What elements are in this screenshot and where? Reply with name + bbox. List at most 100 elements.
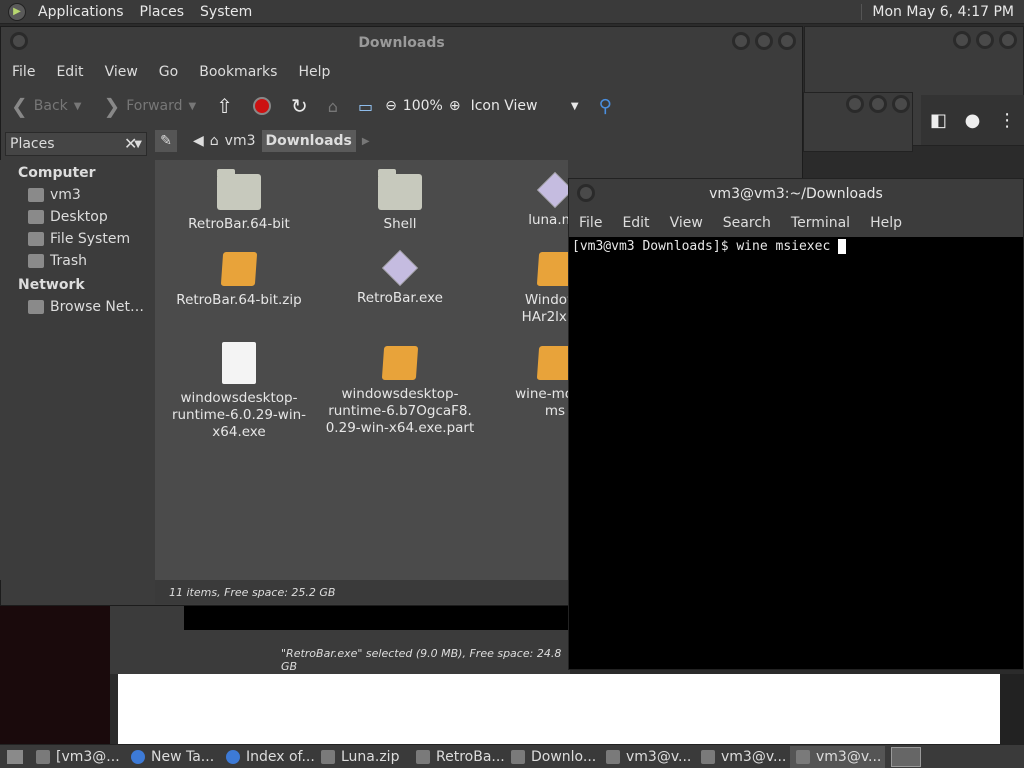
taskbar-item[interactable]: RetroBa... bbox=[410, 746, 505, 768]
search-icon[interactable]: ⚲ bbox=[599, 96, 612, 117]
archive-icon bbox=[536, 346, 568, 380]
chevron-left-icon[interactable]: ◀ bbox=[193, 133, 204, 149]
forward-button[interactable]: ❯ Forward ▼ bbox=[103, 94, 196, 118]
menu-help[interactable]: Help bbox=[287, 64, 340, 80]
stop-icon[interactable] bbox=[253, 97, 272, 115]
sidebar-item-file-system[interactable]: File System bbox=[0, 228, 153, 250]
toolbar: ❮ Back ▼ ❯ Forward ▼ ⇧ ↻ ⌂ ▭ ⊖ 100% ⊕ Icon V… bbox=[1, 85, 802, 127]
breadcrumb-downloads[interactable]: Downloads bbox=[261, 130, 356, 152]
network-icon bbox=[28, 300, 44, 314]
drive-icon bbox=[28, 232, 44, 246]
scrollbar[interactable] bbox=[1000, 674, 1024, 744]
terminal-window: vm3@vm3:~/Downloads File Edit View Searc… bbox=[568, 178, 1024, 670]
applications-menu[interactable]: Applications bbox=[30, 4, 132, 20]
icon-view: RetroBar.64-bit Shell luna.ms RetroBar.6… bbox=[155, 160, 568, 580]
clock[interactable]: Mon May 6, 4:17 PM bbox=[861, 3, 1024, 20]
sidebar-item-trash[interactable]: Trash bbox=[0, 250, 153, 272]
reload-icon[interactable]: ↻ bbox=[291, 94, 308, 118]
folder-icon bbox=[217, 169, 261, 210]
file-item[interactable]: RetroBar.exe bbox=[325, 249, 475, 307]
menu-file[interactable]: File bbox=[1, 64, 45, 80]
file-item[interactable]: windowsdesktop- runtime-6.b7OgcaF8. 0.29… bbox=[325, 346, 475, 437]
system-menu[interactable]: System bbox=[192, 4, 260, 20]
taskbar-item[interactable]: vm3@v... bbox=[790, 745, 885, 768]
browser-page-area bbox=[118, 674, 1000, 744]
places-menu[interactable]: Places bbox=[132, 4, 193, 20]
taskbar-item[interactable]: [vm3@... bbox=[30, 746, 125, 768]
status-bar: 11 items, Free space: 25.2 GB bbox=[155, 580, 568, 604]
user-icon[interactable]: ● bbox=[965, 110, 981, 131]
chevron-right-icon[interactable]: ▶ bbox=[362, 136, 370, 147]
terminal-menu-edit[interactable]: Edit bbox=[612, 215, 659, 231]
taskbar-item[interactable]: Downlo... bbox=[505, 746, 600, 768]
top-panel: ▶ Applications Places System Mon May 6, … bbox=[0, 0, 1024, 24]
sidebar-item-vm3[interactable]: vm3 bbox=[0, 184, 153, 206]
sidebar-heading-network: Network bbox=[18, 277, 85, 293]
taskbar-item[interactable]: vm3@v... bbox=[695, 746, 790, 768]
maximize-icon[interactable] bbox=[976, 31, 994, 49]
back-arrow-icon: ❮ bbox=[11, 94, 28, 118]
executable-icon bbox=[536, 171, 568, 209]
close-sidebar-icon[interactable]: ✕ bbox=[124, 134, 137, 153]
file-item[interactable]: luna.ms bbox=[480, 171, 568, 229]
terminal-menu-file[interactable]: File bbox=[569, 215, 612, 231]
minimize-icon[interactable] bbox=[953, 31, 971, 49]
distro-logo-icon[interactable]: ▶ bbox=[8, 2, 26, 21]
taskbar-item[interactable]: Index of... bbox=[220, 746, 315, 768]
background-window-2 bbox=[803, 92, 913, 152]
folder-icon bbox=[511, 749, 525, 764]
file-item[interactable]: RetroBar.64-bit.zip bbox=[164, 252, 314, 309]
window-menu-icon[interactable] bbox=[577, 184, 595, 202]
zoom-out-button[interactable]: ⊖ bbox=[385, 98, 397, 114]
terminal-titlebar[interactable]: vm3@vm3:~/Downloads bbox=[569, 179, 1023, 209]
terminal-menu-search[interactable]: Search bbox=[713, 215, 781, 231]
terminal-body[interactable]: [vm3@vm3 Downloads]$ wine msiexec bbox=[569, 237, 1023, 256]
taskbar: [vm3@... New Ta... Index of... Luna.zip … bbox=[0, 744, 1024, 768]
file-item[interactable]: Windows HAr2lxn6. bbox=[480, 252, 568, 326]
minimize-icon[interactable] bbox=[732, 32, 750, 50]
workspace-switcher[interactable] bbox=[891, 746, 921, 767]
dropdown-arrow-icon: ▼ bbox=[570, 100, 579, 112]
terminal-menu-help[interactable]: Help bbox=[860, 215, 912, 231]
terminal-menu-terminal[interactable]: Terminal bbox=[781, 215, 860, 231]
desktop-icon bbox=[28, 210, 44, 224]
close-icon[interactable] bbox=[778, 32, 796, 50]
view-mode-select[interactable]: Icon View ▼ bbox=[471, 98, 579, 114]
menu-go[interactable]: Go bbox=[148, 64, 188, 80]
home-icon[interactable]: ⌂ bbox=[328, 97, 338, 116]
close-icon[interactable] bbox=[999, 31, 1017, 49]
window-titlebar[interactable]: Downloads bbox=[1, 27, 802, 59]
back-button[interactable]: ❮ Back ▼ bbox=[11, 94, 81, 118]
archive-icon bbox=[220, 252, 258, 286]
sidebar-item-browse-network[interactable]: Browse Net… bbox=[0, 296, 153, 318]
taskbar-item[interactable]: Luna.zip bbox=[315, 746, 410, 768]
forward-arrow-icon: ❯ bbox=[103, 94, 121, 118]
taskbar-item[interactable]: New Ta... bbox=[125, 746, 220, 768]
show-desktop-icon[interactable] bbox=[0, 749, 30, 764]
folder-icon bbox=[416, 749, 430, 764]
file-item[interactable]: Shell bbox=[325, 169, 475, 233]
window-menu-icon[interactable] bbox=[10, 32, 28, 50]
up-icon[interactable]: ⇧ bbox=[216, 94, 233, 118]
file-item[interactable]: windowsdesktop- runtime-6.0.29-win- x64.… bbox=[164, 342, 314, 441]
menu-edit[interactable]: Edit bbox=[45, 64, 93, 80]
breadcrumb-vm3[interactable]: ⌂ vm3 bbox=[210, 133, 256, 149]
computer-icon[interactable]: ▭ bbox=[358, 97, 373, 116]
sidebar-item-desktop[interactable]: Desktop bbox=[0, 206, 153, 228]
maximize-icon[interactable] bbox=[869, 95, 887, 113]
maximize-icon[interactable] bbox=[755, 32, 773, 50]
edit-location-icon[interactable]: ✎ bbox=[155, 130, 177, 152]
sidebar-toggle-icon[interactable]: ◧ bbox=[930, 110, 947, 131]
terminal-menu-view[interactable]: View bbox=[660, 215, 713, 231]
zoom-in-button[interactable]: ⊕ bbox=[449, 98, 461, 114]
menu-view[interactable]: View bbox=[94, 64, 148, 80]
minimize-icon[interactable] bbox=[846, 95, 864, 113]
file-item[interactable]: RetroBar.64-bit bbox=[164, 169, 314, 233]
taskbar-item[interactable]: vm3@v... bbox=[600, 746, 695, 768]
document-icon bbox=[222, 342, 256, 384]
kebab-menu-icon[interactable]: ⋮ bbox=[998, 110, 1016, 131]
terminal-prompt: [vm3@vm3 Downloads]$ wine msiexec bbox=[572, 239, 839, 254]
file-item[interactable]: wine-mono- ms bbox=[480, 346, 568, 420]
close-icon[interactable] bbox=[892, 95, 910, 113]
menu-bookmarks[interactable]: Bookmarks bbox=[188, 64, 287, 80]
